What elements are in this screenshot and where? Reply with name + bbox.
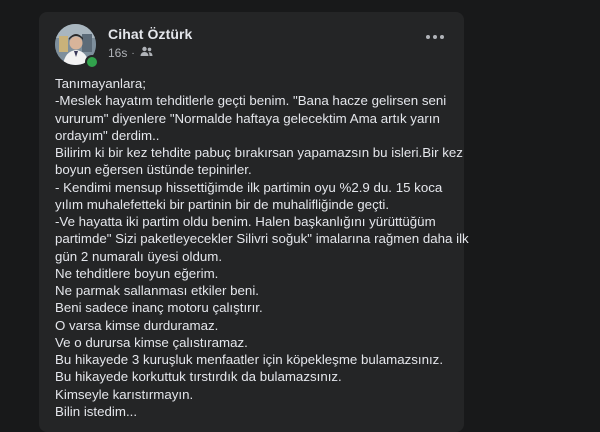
post-text-line: Bu hikayede korkuttuk tırstırdık da bula… <box>55 369 342 385</box>
post-meta: 16s · <box>108 46 153 60</box>
post-text-line: gün 2 numaralı üyesi oldum. <box>55 248 223 264</box>
post-timestamp[interactable]: 16s <box>108 46 127 60</box>
post-text-line: Bilirim ki bir kez tehdite pabuç bırakır… <box>55 145 463 160</box>
post-text-line: Bu hikayede 3 kuruşluk menfaatler için k… <box>55 352 444 367</box>
post-text-line: Tanımayanlara; <box>55 76 146 91</box>
author-name[interactable]: Cihat Öztürk <box>108 26 192 42</box>
post-text-line: O varsa kimse durduramaz. <box>55 317 219 333</box>
more-dot <box>440 35 444 39</box>
post-text: Tanımayanlara; -Meslek hayatım tehditler… <box>55 75 469 420</box>
meta-separator: · <box>131 47 135 59</box>
post-text-line: partimde" Sizi paketleyecekler Silivri s… <box>55 231 469 247</box>
post-text-line: - Kendimi mensup hissettiğimde ilk parti… <box>55 179 443 195</box>
online-status-indicator <box>85 55 99 69</box>
post-card: Cihat Öztürk 16s · Tanımayanlara; -Mesle… <box>39 12 469 432</box>
post-text-line: Beni sadece inanç motoru çalıştırır. <box>55 300 263 316</box>
post-text-line: ordayım" derdim.. <box>55 127 160 143</box>
more-dot <box>426 35 430 39</box>
post-text-line: -Meslek hayatım tehditlerle geçti benim.… <box>55 93 447 109</box>
post-text-line: yılım muhalefetteki bir partinin bir de … <box>55 196 390 212</box>
post-text-line: vururum" diyenlere "Normalde haftaya gel… <box>55 110 440 126</box>
post-text-line: Ve o durursa kimse çalıstıramaz. <box>55 334 248 350</box>
post-text-line: boyun eğersen üstünde tepinirler. <box>55 162 252 178</box>
post-text-line: Ne tehditlere boyun eğerim. <box>55 265 219 281</box>
post-text-line: Kimseyle karıstırmayın. <box>55 386 194 402</box>
post-text-line: -Ve hayatta iki partim oldu benim. Halen… <box>55 214 436 229</box>
post-text-line: Bilin istedim... <box>55 403 138 419</box>
more-dot <box>433 35 437 39</box>
more-options-icon[interactable] <box>423 30 447 44</box>
friends-icon[interactable] <box>140 46 153 60</box>
post-text-line: Ne parmak sallanması etkiler beni. <box>55 283 259 298</box>
